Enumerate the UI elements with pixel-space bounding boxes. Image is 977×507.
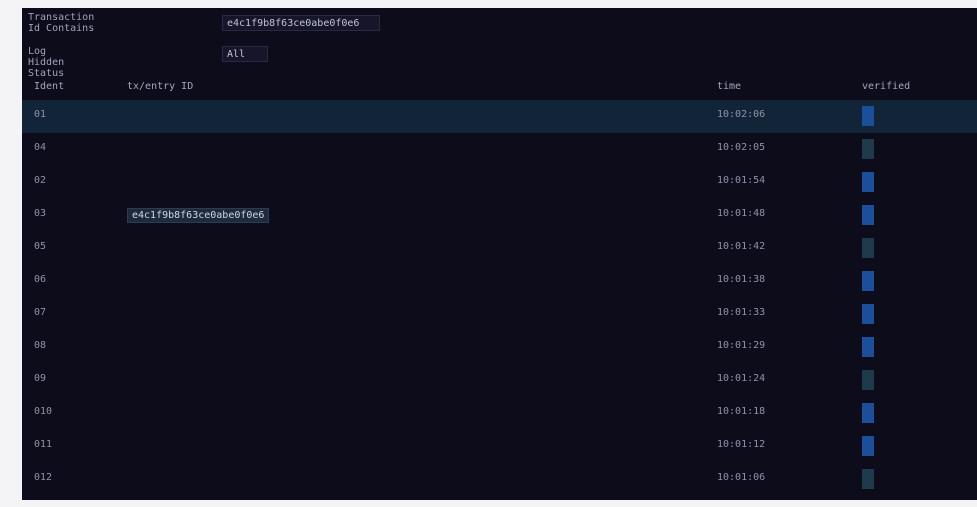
row-id: 04 (34, 142, 47, 153)
header-time[interactable]: time (717, 81, 741, 92)
table-row[interactable]: 02 10:01:54 (22, 166, 977, 199)
row-id: 06 (34, 274, 47, 285)
row-verified-toggle[interactable] (862, 139, 874, 159)
header-verified[interactable]: verified (862, 81, 910, 92)
filter-transaction-label: Transaction Id Contains (28, 12, 95, 34)
row-time: 10:01:29 (717, 340, 766, 351)
row-id: 011 (34, 439, 53, 450)
row-verified-toggle[interactable] (862, 271, 874, 291)
row-id: 02 (34, 175, 47, 186)
row-tx-id[interactable]: e4c1f9b8f63ce0abe0f0e6 (127, 208, 270, 223)
row-time: 10:01:38 (717, 274, 766, 285)
row-verified-toggle[interactable] (862, 238, 874, 258)
row-id: 07 (34, 307, 47, 318)
row-verified-toggle[interactable] (862, 106, 874, 126)
row-id: 08 (34, 340, 47, 351)
row-verified-toggle[interactable] (862, 370, 874, 390)
row-verified-toggle[interactable] (862, 205, 874, 225)
table-row[interactable]: 012 10:01:06 (22, 463, 977, 496)
log-viewer-window: Transaction Id Contains e4c1f9b8f63ce0ab… (22, 8, 977, 500)
header-id[interactable]: Ident (34, 81, 64, 92)
row-id: 012 (34, 472, 53, 483)
row-id: 05 (34, 241, 47, 252)
table-row[interactable]: 07 10:01:33 (22, 298, 977, 331)
row-id: 03 (34, 208, 47, 219)
table-row[interactable]: 03 e4c1f9b8f63ce0abe0f0e6 10:01:48 (22, 199, 977, 232)
bottom-gutter (22, 500, 977, 507)
row-time: 10:01:24 (717, 373, 766, 384)
row-time: 10:01:33 (717, 307, 766, 318)
row-time: 10:01:54 (717, 175, 766, 186)
header-tx-id[interactable]: tx/entry ID (127, 81, 193, 92)
row-time: 10:02:06 (717, 109, 766, 120)
top-gutter (22, 0, 977, 8)
table-row[interactable]: 010 10:01:18 (22, 397, 977, 430)
table-row[interactable]: 01 10:02:06 (22, 100, 977, 133)
row-time: 10:01:48 (717, 208, 766, 219)
row-verified-toggle[interactable] (862, 403, 874, 423)
left-gutter (0, 0, 22, 507)
table-row[interactable]: 011 10:01:12 (22, 430, 977, 463)
table-row[interactable]: 08 10:01:29 (22, 331, 977, 364)
row-time: 10:01:42 (717, 241, 766, 252)
row-verified-toggle[interactable] (862, 337, 874, 357)
table-row[interactable]: 05 10:01:42 (22, 232, 977, 265)
row-id: 010 (34, 406, 53, 417)
row-time: 10:01:12 (717, 439, 766, 450)
row-id: 01 (34, 109, 47, 120)
table-row[interactable]: 04 10:02:05 (22, 133, 977, 166)
table-row[interactable]: 06 10:01:38 (22, 265, 977, 298)
row-time: 10:01:18 (717, 406, 766, 417)
row-verified-toggle[interactable] (862, 172, 874, 192)
status-select[interactable]: All (222, 46, 268, 62)
row-verified-toggle[interactable] (862, 304, 874, 324)
row-time: 10:02:05 (717, 142, 766, 153)
table-header: Ident tx/entry ID time verified (22, 74, 977, 101)
row-id: 09 (34, 373, 47, 384)
table-row[interactable]: 09 10:01:24 (22, 364, 977, 397)
row-verified-toggle[interactable] (862, 436, 874, 456)
transaction-id-input[interactable]: e4c1f9b8f63ce0abe0f0e6 (222, 15, 380, 31)
row-time: 10:01:06 (717, 472, 766, 483)
row-verified-toggle[interactable] (862, 469, 874, 489)
